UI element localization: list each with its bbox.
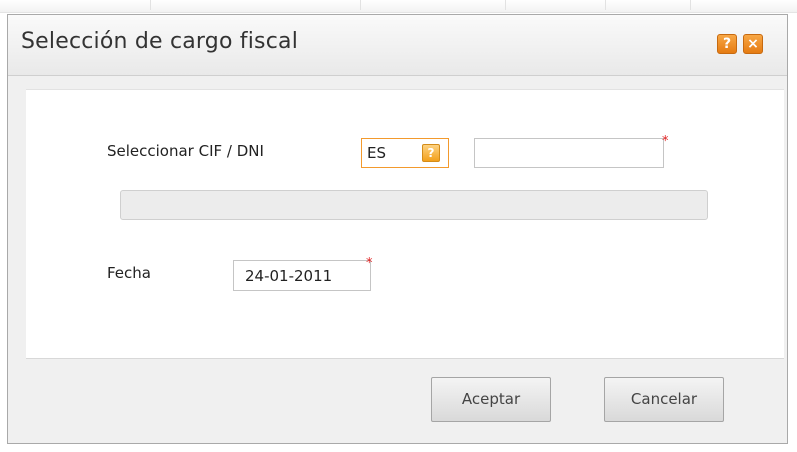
cancel-button[interactable]: Cancelar [604,377,724,422]
strip-divider [150,0,151,10]
strip-divider [690,0,691,10]
company-name-display [120,190,708,220]
accept-button[interactable]: Aceptar [431,377,551,422]
close-icon: × [747,36,759,52]
date-value: 24-01-2011 [245,267,333,285]
country-code-field[interactable]: ES ? [361,138,449,168]
strip-divider [360,0,361,10]
help-button[interactable]: ? [717,34,737,54]
date-label: Fecha [107,264,151,282]
form-panel: Seleccionar CIF / DNI ES ? * Fecha 24-01… [26,89,784,359]
cif-required-marker: * [662,134,669,149]
question-mark-icon: ? [722,36,732,52]
date-input[interactable]: 24-01-2011 [233,260,371,291]
cif-input[interactable] [474,138,664,168]
country-code-value: ES [367,144,386,162]
background-toolbar-strip [0,0,797,13]
close-button[interactable]: × [743,34,763,54]
fiscal-position-dialog: Selección de cargo fiscal ? × Selecciona… [7,14,788,444]
dialog-title: Selección de cargo fiscal [21,29,299,54]
date-required-marker: * [366,256,373,271]
strip-divider [505,0,506,10]
country-help-icon[interactable]: ? [422,144,440,162]
dialog-titlebar[interactable]: Selección de cargo fiscal ? × [8,15,787,76]
strip-divider [605,0,606,10]
cif-label: Seleccionar CIF / DNI [107,142,264,160]
